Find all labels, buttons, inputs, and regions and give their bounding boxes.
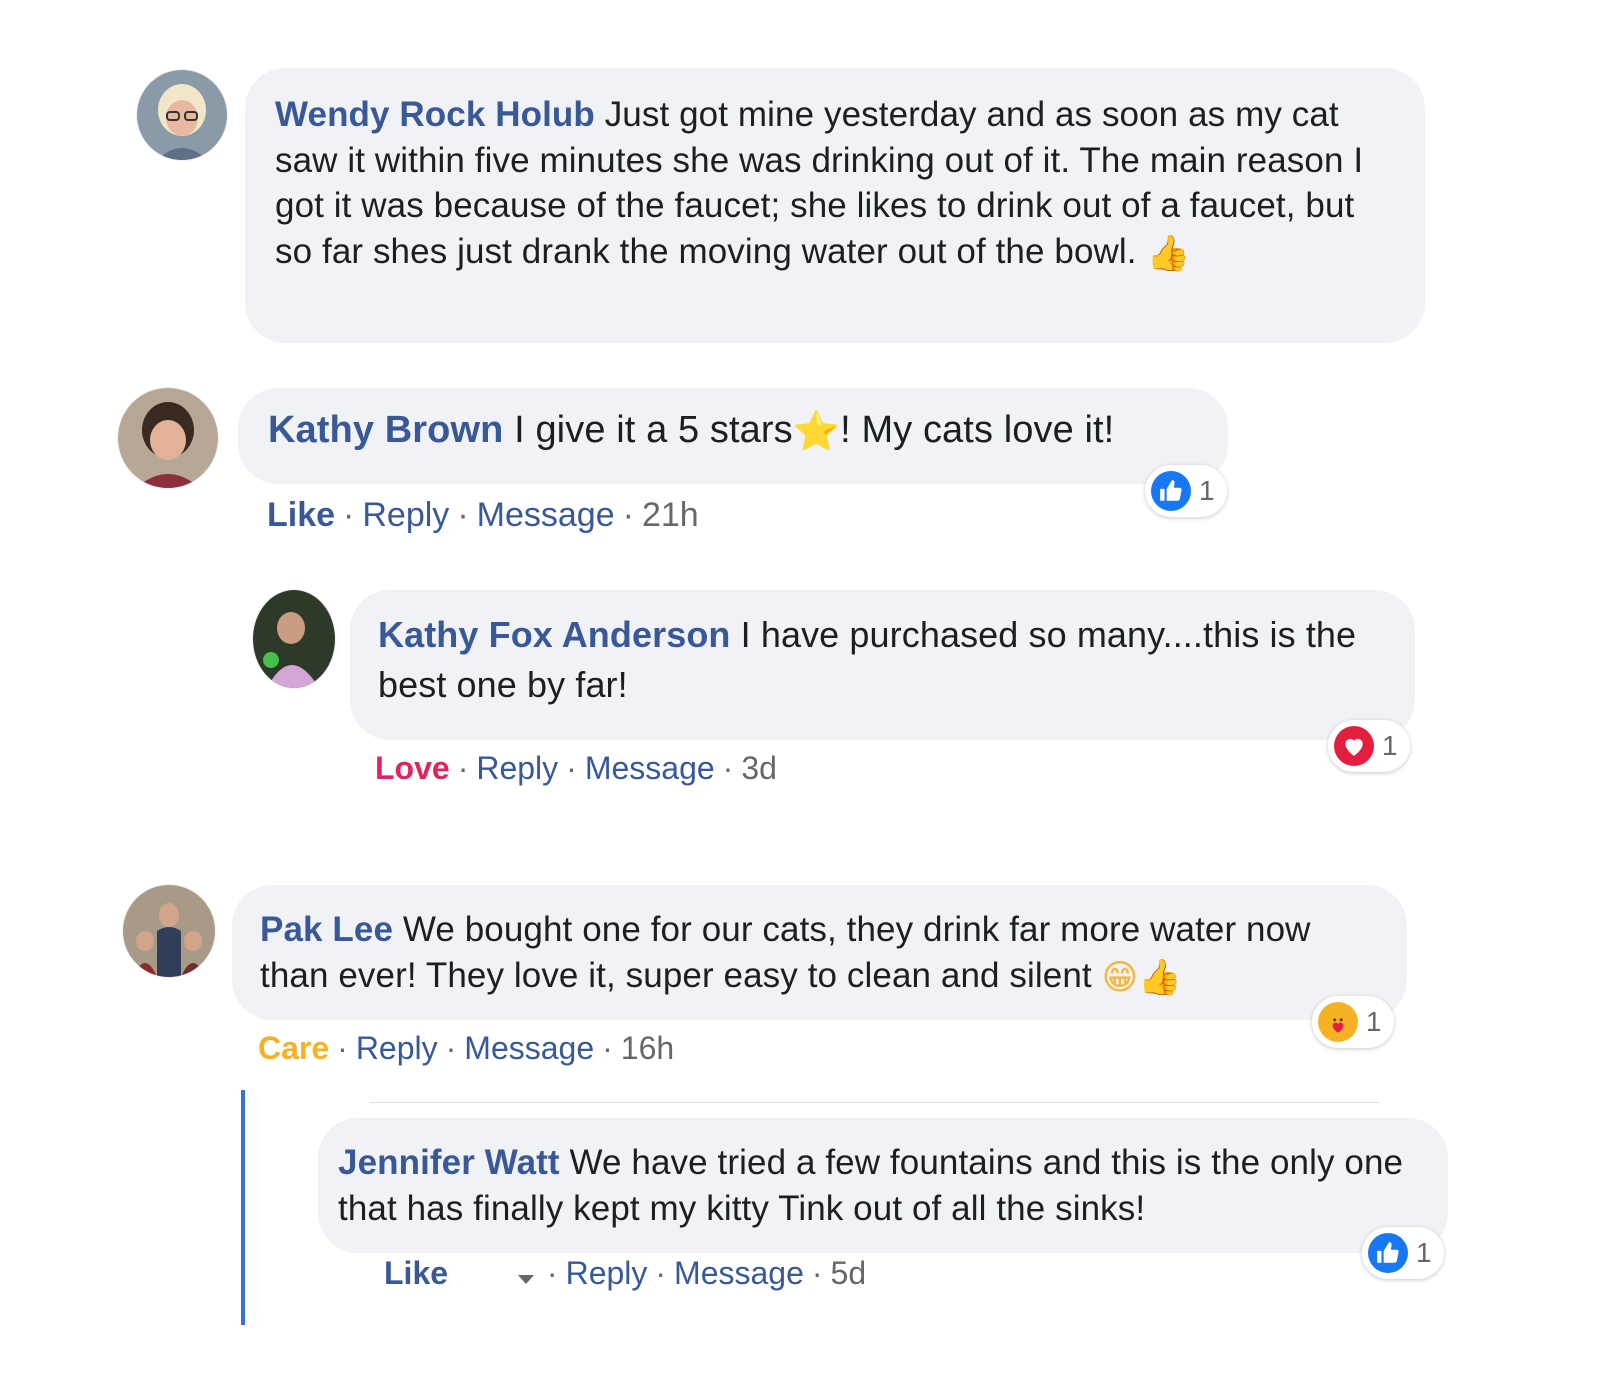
message-button[interactable]: Message [464,1030,594,1066]
comment-bubble: Kathy Brown I give it a 5 stars⭐! My cat… [238,388,1228,484]
reaction-count-value: 1 [1416,1237,1432,1268]
care-button[interactable]: Care [258,1030,329,1066]
comment-text-end: ! My cats love it! [840,409,1115,451]
like-icon [1151,471,1191,511]
message-button[interactable]: Message [585,750,715,786]
love-icon [1334,726,1374,766]
timestamp[interactable]: 5d [831,1255,867,1291]
comment-bubble: Pak Lee We bought one for our cats, they… [232,885,1407,1020]
avatar[interactable] [123,885,215,977]
reaction-count[interactable]: 1 [1145,465,1227,517]
star-icon: ⭐ [792,409,841,453]
reply-button[interactable]: Reply [356,1030,438,1066]
timestamp[interactable]: 21h [642,496,699,534]
reply-button[interactable]: Reply [476,750,558,786]
reply-button[interactable]: Reply [362,496,449,534]
comment-actions: Care · Reply · Message · 16h [258,1030,675,1066]
comment-author[interactable]: Kathy Brown [268,409,503,451]
comment-actions: Like · Reply · Message · 5d [384,1255,866,1294]
comment-bubble: Wendy Rock Holub Just got mine yesterday… [245,68,1425,343]
timestamp[interactable]: 3d [741,750,777,786]
message-button[interactable]: Message [477,496,615,534]
divider [370,1102,1380,1103]
love-button[interactable]: Love [375,750,450,786]
like-button[interactable]: Like [384,1255,448,1291]
comment-actions: Like · Reply · Message · 21h [267,496,699,534]
care-icon [1318,1002,1358,1042]
reaction-count-value: 1 [1199,475,1215,506]
reaction-count-value: 1 [1382,730,1398,761]
comment-author[interactable]: Jennifer Watt [338,1143,560,1182]
comment-actions: Love · Reply · Message · 3d [375,750,777,786]
comment-text: I give it a 5 stars [514,409,793,451]
comment-author[interactable]: Wendy Rock Holub [275,95,595,134]
reaction-count[interactable]: 1 [1328,720,1410,772]
grinning-face-icon: 😁👍 [1101,957,1182,998]
reaction-count[interactable]: 1 [1362,1227,1444,1279]
thumbs-up-icon: 👍 [1146,233,1191,274]
thread-line [241,1090,245,1325]
like-button[interactable]: Like [267,496,335,534]
reply-button[interactable]: Reply [566,1255,648,1291]
avatar[interactable] [253,590,335,688]
comment-author[interactable]: Pak Lee [260,910,393,949]
timestamp[interactable]: 16h [621,1030,674,1066]
message-button[interactable]: Message [674,1255,804,1291]
comment-bubble: Kathy Fox Anderson I have purchased so m… [350,590,1415,740]
avatar[interactable] [137,70,227,160]
reaction-count-value: 1 [1366,1006,1382,1037]
like-icon [1368,1233,1408,1273]
chevron-down-icon[interactable] [517,1257,535,1294]
comment-author[interactable]: Kathy Fox Anderson [378,614,731,655]
comment-bubble: Jennifer Watt We have tried a few founta… [318,1118,1448,1253]
avatar[interactable] [118,388,218,488]
reaction-count[interactable]: 1 [1312,996,1394,1048]
